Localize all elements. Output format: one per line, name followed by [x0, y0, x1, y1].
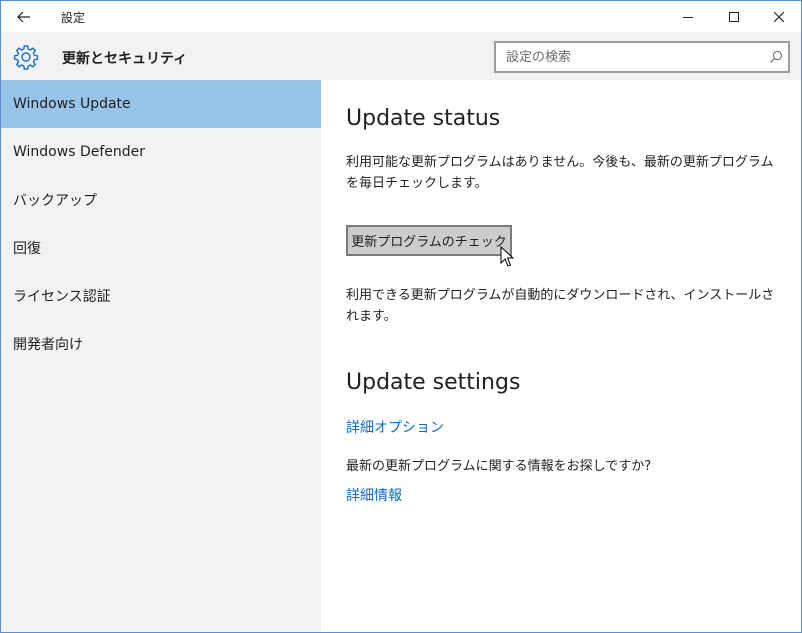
sidebar-item-label: 回復 [13, 241, 41, 257]
sidebar-item-label: バックアップ [13, 193, 97, 209]
update-status-heading: Update status [346, 106, 501, 131]
close-button[interactable] [756, 1, 801, 32]
mouse-cursor-icon [500, 246, 514, 267]
sidebar-item-for-developers[interactable]: 開発者向け [1, 320, 321, 368]
sidebar-item-recovery[interactable]: 回復 [1, 224, 321, 272]
sidebar-item-label: Windows Update [13, 96, 131, 112]
minimize-icon [683, 16, 693, 18]
sidebar-item-windows-defender[interactable]: Windows Defender [1, 128, 321, 176]
minimize-button[interactable] [665, 1, 711, 32]
search-box[interactable] [494, 41, 790, 73]
sidebar-item-label: 開発者向け [13, 337, 83, 353]
update-status-text: 利用可能な更新プログラムはありません。今後も、最新の更新プログラムを毎日チェック… [346, 155, 774, 191]
gear-icon [13, 45, 39, 70]
back-arrow-icon [17, 11, 30, 22]
update-settings-heading: Update settings [346, 370, 521, 395]
close-icon [774, 11, 784, 22]
page-title: 更新とセキュリティ [62, 51, 188, 67]
sidebar-item-backup[interactable]: バックアップ [1, 176, 321, 224]
sidebar-item-label: ライセンス認証 [13, 289, 111, 305]
info-question-text: 最新の更新プログラムに関する情報をお探しですか? [346, 459, 652, 474]
main-content: Update status 利用可能な更新プログラムはありません。今後も、最新の… [321, 80, 801, 632]
maximize-button[interactable] [711, 1, 757, 32]
sidebar-item-activation[interactable]: ライセンス認証 [1, 272, 321, 320]
title-bar: 設定 [1, 1, 801, 32]
learn-more-link[interactable]: 詳細情報 [346, 485, 402, 505]
back-button[interactable] [1, 1, 47, 32]
auto-install-text: 利用できる更新プログラムが自動的にダウンロードされ、インストールされます。 [346, 288, 775, 324]
settings-window: 設定 更新とセキュリティ 設定の検索 Windows Update Window… [0, 0, 802, 633]
page-header: 更新とセキュリティ [1, 32, 801, 80]
search-icon[interactable] [768, 49, 784, 65]
sidebar-item-windows-update[interactable]: Windows Update [1, 80, 321, 128]
advanced-options-link[interactable]: 詳細オプション [346, 417, 444, 437]
maximize-icon [729, 11, 739, 22]
sidebar: Windows Update Windows Defender バックアップ 回… [1, 80, 321, 632]
window-title: 設定 [61, 11, 86, 25]
search-input[interactable] [496, 43, 758, 71]
sidebar-item-label: Windows Defender [13, 144, 146, 160]
check-for-updates-button[interactable]: 更新プログラムのチェック [346, 225, 512, 256]
